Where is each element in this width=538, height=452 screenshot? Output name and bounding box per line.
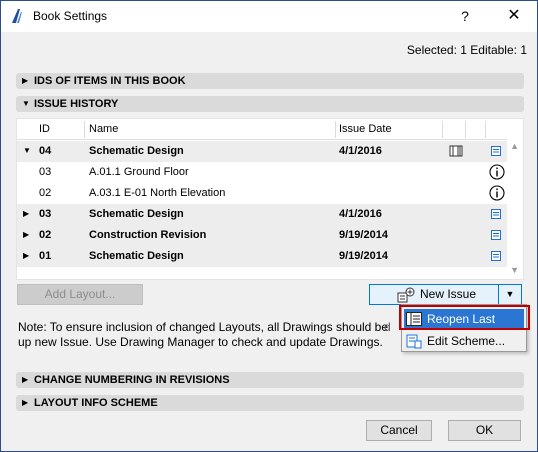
table-row[interactable]: 03 A.01.1 Ground Floor	[17, 162, 507, 183]
cancel-button[interactable]: Cancel	[366, 420, 432, 441]
edit-scheme-icon	[406, 334, 422, 349]
table-row[interactable]: ▶ 01 Schematic Design 9/19/2014	[17, 246, 507, 267]
note-text: Note: To ensure inclusion of changed Lay…	[18, 320, 389, 349]
row-name: Schematic Design	[89, 145, 184, 157]
document-icon[interactable]	[491, 146, 501, 156]
table-row[interactable]: ▶ 02 Construction Revision 9/19/2014	[17, 225, 507, 246]
document-icon[interactable]	[491, 230, 501, 240]
layout-book-icon[interactable]	[449, 145, 463, 157]
selection-status: Selected: 1 Editable: 1	[406, 43, 527, 57]
document-icon[interactable]	[491, 209, 501, 219]
menu-item-edit-scheme[interactable]: Edit Scheme...	[404, 331, 524, 351]
row-date: 9/19/2014	[339, 229, 388, 241]
expand-triangle-icon: ▶	[22, 375, 29, 384]
column-divider	[84, 121, 85, 138]
close-button[interactable]: ✕	[501, 6, 527, 26]
info-icon[interactable]	[489, 185, 505, 201]
table-row[interactable]: 02 A.03.1 E-01 North Elevation	[17, 183, 507, 204]
column-divider	[442, 121, 443, 138]
new-issue-button[interactable]: New Issue	[369, 284, 499, 305]
help-button[interactable]: ?	[453, 6, 477, 26]
dialog-title: Book Settings	[33, 9, 108, 23]
book-settings-dialog: Book Settings ? ✕ Selected: 1 Editable: …	[0, 0, 538, 452]
new-issue-icon	[397, 287, 415, 303]
row-id: 04	[39, 145, 52, 157]
chevron-down-icon: ▼	[505, 289, 515, 299]
row-id: 02	[39, 229, 52, 241]
issue-history-table: ID Name Issue Date ▼ 04 Schematic Design…	[16, 118, 524, 280]
expand-triangle-icon[interactable]: ▶	[23, 209, 29, 218]
section-change-numbering[interactable]: ▶ CHANGE NUMBERING IN REVISIONS	[16, 372, 524, 388]
document-icon[interactable]	[491, 251, 501, 261]
section-ids-of-items[interactable]: ▶ IDS OF ITEMS IN THIS BOOK	[16, 73, 524, 89]
row-date: 4/1/2016	[339, 145, 382, 157]
row-name: Construction Revision	[89, 229, 207, 241]
row-id: 02	[39, 187, 52, 199]
row-date: 9/19/2014	[339, 250, 388, 262]
header-issue-date[interactable]: Issue Date	[339, 123, 392, 135]
title-bar: Book Settings ? ✕	[1, 1, 537, 32]
header-name[interactable]: Name	[89, 123, 118, 135]
row-id: 01	[39, 250, 52, 262]
collapse-triangle-icon[interactable]: ▼	[23, 146, 31, 155]
expand-triangle-icon: ▶	[22, 76, 29, 85]
row-name: Schematic Design	[89, 250, 184, 262]
expand-triangle-icon: ▶	[22, 398, 29, 407]
new-issue-dropdown-arrow[interactable]: ▼	[498, 284, 522, 305]
table-row[interactable]: ▶ 03 Schematic Design 4/1/2016	[17, 204, 507, 225]
note-text-overflow: d	[384, 320, 391, 334]
row-date: 4/1/2016	[339, 208, 382, 220]
column-divider	[335, 121, 336, 138]
ok-button[interactable]: OK	[448, 420, 521, 441]
expand-triangle-icon[interactable]: ▶	[23, 251, 29, 260]
row-id: 03	[39, 208, 52, 220]
highlight-callout-box	[399, 305, 530, 330]
column-divider	[485, 121, 486, 138]
row-name: Schematic Design	[89, 208, 184, 220]
section-ids-label: IDS OF ITEMS IN THIS BOOK	[34, 75, 186, 87]
section-change-numbering-label: CHANGE NUMBERING IN REVISIONS	[34, 374, 230, 386]
menu-item-label: Edit Scheme...	[427, 334, 506, 348]
table-row[interactable]: ▼ 04 Schematic Design 4/1/2016	[17, 141, 507, 162]
info-icon[interactable]	[489, 164, 505, 180]
row-name: A.03.1 E-01 North Elevation	[89, 187, 226, 199]
column-divider	[465, 121, 466, 138]
row-id: 03	[39, 166, 52, 178]
archicad-app-icon	[12, 9, 22, 23]
section-layout-info-label: LAYOUT INFO SCHEME	[34, 397, 158, 409]
section-layout-info-scheme[interactable]: ▶ LAYOUT INFO SCHEME	[16, 395, 524, 411]
header-id[interactable]: ID	[39, 123, 50, 135]
scroll-up-arrow-icon[interactable]: ▲	[510, 141, 519, 151]
scroll-down-arrow-icon[interactable]: ▼	[510, 265, 519, 275]
section-issue-history-label: ISSUE HISTORY	[34, 98, 119, 110]
table-header: ID Name Issue Date	[17, 119, 507, 140]
row-name: A.01.1 Ground Floor	[89, 166, 189, 178]
new-issue-label: New Issue	[420, 287, 477, 301]
add-layout-button[interactable]: Add Layout...	[17, 284, 143, 305]
collapse-triangle-icon: ▼	[22, 99, 30, 108]
expand-triangle-icon[interactable]: ▶	[23, 230, 29, 239]
section-issue-history[interactable]: ▼ ISSUE HISTORY	[16, 96, 524, 112]
